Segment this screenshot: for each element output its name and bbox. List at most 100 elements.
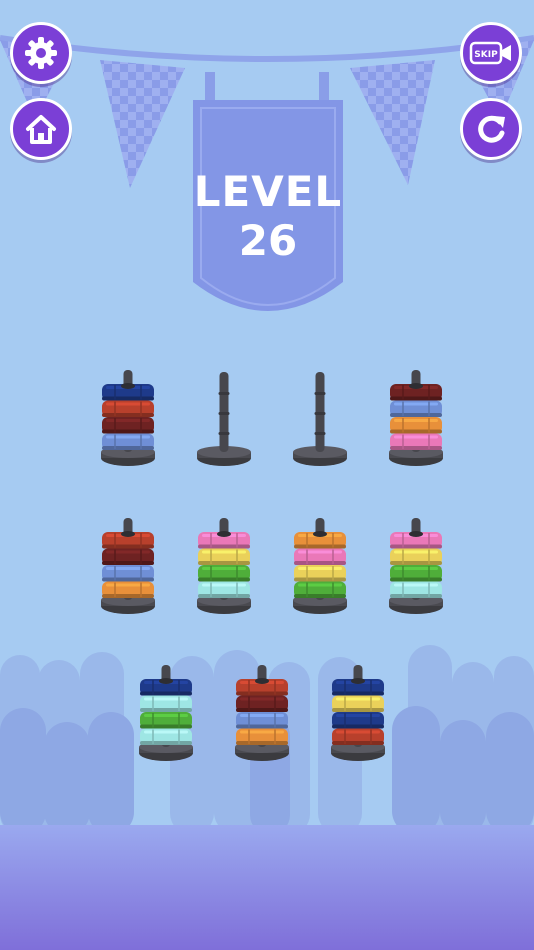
ring-highlight [394, 583, 438, 587]
ring-hole [121, 531, 135, 537]
ring-hole [121, 383, 135, 389]
ring-highlight [106, 567, 150, 570]
peg-stack[interactable] [101, 518, 155, 614]
ring-shadow [198, 544, 250, 549]
ring-shadow [390, 577, 442, 582]
skip-label: SKIP [474, 50, 498, 60]
ring-shadow [140, 724, 192, 729]
peg-stack[interactable] [235, 665, 289, 761]
skip-button[interactable]: SKIP [460, 22, 522, 84]
ring-highlight [202, 583, 246, 587]
ring-shadow [294, 544, 346, 549]
ring-shadow [198, 577, 250, 582]
ring-shadow [102, 544, 154, 549]
ring-highlight [240, 730, 284, 734]
ring-shadow [332, 724, 384, 729]
ring-highlight [240, 714, 284, 717]
ring-highlight [298, 550, 342, 554]
ring-highlight [336, 714, 380, 717]
ring-shadow [198, 594, 250, 598]
peg-stack[interactable] [197, 372, 251, 466]
ring-highlight [394, 402, 438, 406]
peg-stack[interactable] [293, 372, 347, 466]
ring-shadow [332, 741, 384, 745]
peg-stack[interactable] [293, 518, 347, 614]
ring-shadow [102, 594, 154, 598]
peg-pole-notch [218, 392, 230, 395]
restart-button[interactable] [460, 98, 522, 160]
ring-highlight [336, 730, 380, 734]
ring-highlight [144, 730, 188, 734]
gear-icon [25, 37, 57, 69]
ring-hole [351, 678, 365, 684]
level-label: LEVEL [193, 167, 343, 216]
ring-shadow [390, 561, 442, 565]
ring-shadow [390, 446, 442, 450]
restart-icon [478, 115, 505, 143]
ring-hole [409, 531, 423, 537]
peg-stack[interactable] [139, 665, 193, 761]
ring-highlight [394, 567, 438, 570]
peg-stack[interactable] [197, 518, 251, 614]
peg-stack[interactable] [389, 370, 443, 466]
peg-stack[interactable] [331, 665, 385, 761]
ring-highlight [394, 419, 438, 422]
ring-shadow [390, 396, 442, 401]
ring-highlight [394, 435, 438, 439]
ring-shadow [236, 724, 288, 729]
ring-highlight [106, 550, 150, 554]
ring-highlight [202, 550, 246, 554]
peg-pole-notch [314, 392, 326, 395]
peg-stack[interactable] [101, 370, 155, 466]
ring-hole [255, 678, 269, 684]
settings-button[interactable] [10, 22, 72, 84]
ring-shadow [294, 561, 346, 565]
ring-shadow [294, 577, 346, 582]
game-scene [0, 35, 534, 950]
ring-hole [313, 531, 327, 537]
ring-hole [159, 678, 173, 684]
peg-stack[interactable] [389, 518, 443, 614]
ring-highlight [144, 697, 188, 701]
peg-pole-notch [218, 432, 230, 435]
ring-shadow [102, 561, 154, 565]
ring-highlight [336, 697, 380, 701]
ring-shadow [390, 594, 442, 598]
peg-pole-notch [218, 412, 230, 415]
ring-highlight [106, 583, 150, 587]
ring-shadow [102, 577, 154, 582]
ring-hole [409, 383, 423, 389]
ring-shadow [198, 561, 250, 565]
ring-shadow [332, 691, 384, 696]
ring-highlight [298, 567, 342, 570]
ring-shadow [102, 429, 154, 434]
home-icon [26, 115, 56, 144]
ring-highlight [106, 435, 150, 439]
ring-shadow [236, 691, 288, 696]
video-icon: SKIP [469, 41, 511, 65]
ring-shadow [294, 594, 346, 598]
peg-pole-notch [314, 432, 326, 435]
ring-shadow [390, 413, 442, 417]
ring-highlight [106, 419, 150, 422]
ring-shadow [102, 413, 154, 417]
ring-highlight [240, 697, 284, 701]
floor [0, 825, 534, 950]
ring-highlight [144, 714, 188, 717]
ring-highlight [394, 550, 438, 554]
ring-shadow [140, 741, 192, 745]
ring-shadow [390, 429, 442, 434]
ring-highlight [106, 402, 150, 406]
ring-shadow [390, 544, 442, 549]
peg-pole-notch [314, 412, 326, 415]
level-number: 26 [238, 216, 298, 265]
home-button[interactable] [10, 98, 72, 160]
ring-shadow [332, 708, 384, 712]
ring-shadow [140, 708, 192, 712]
ring-shadow [236, 708, 288, 712]
ring-shadow [102, 396, 154, 401]
ring-shadow [140, 691, 192, 696]
ring-hole [217, 531, 231, 537]
peg-stacks[interactable] [101, 370, 443, 761]
ring-highlight [202, 567, 246, 570]
